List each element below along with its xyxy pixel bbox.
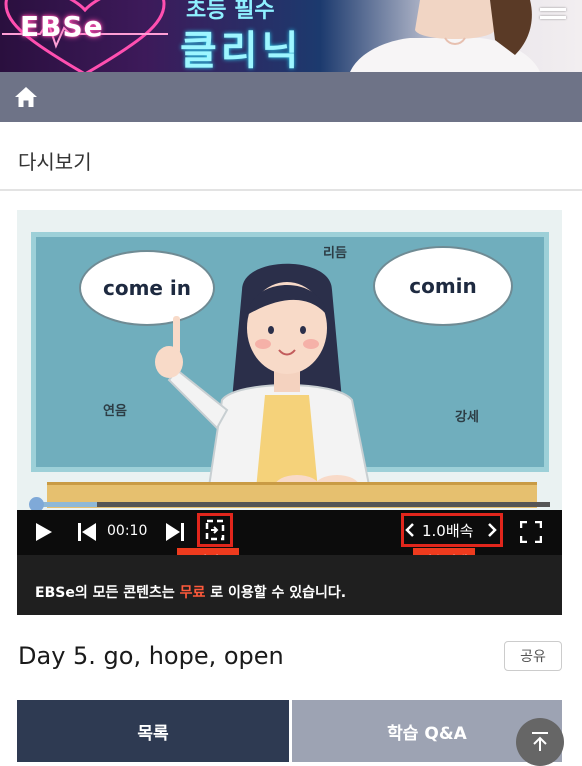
video-frame[interactable]: 리듬 연음 강세 come in comin xyxy=(17,210,562,510)
current-time: 00:10 xyxy=(107,523,148,539)
label-stress: 강세 xyxy=(455,410,479,425)
page-title: 다시보기 xyxy=(18,150,92,174)
notice-bar: EBSe의 모든 콘텐츠는 무료 로 이용할 수 있습니다. xyxy=(17,555,562,615)
teacher-illustration xyxy=(155,263,374,500)
banner-person-image xyxy=(350,0,540,72)
hamburger-menu-icon[interactable] xyxy=(540,8,570,28)
page: EBSe 초등 필수 클리닉 다시보기 리듬 연음 강세 come in com… xyxy=(0,0,582,766)
progress-bar[interactable] xyxy=(35,502,550,507)
navigation-bar xyxy=(0,72,582,122)
home-icon[interactable] xyxy=(14,86,38,108)
arrow-up-icon xyxy=(532,732,548,751)
play-icon[interactable] xyxy=(35,522,53,542)
speed-down-icon[interactable] xyxy=(405,522,415,538)
video-player[interactable]: 리듬 연음 강세 come in comin 00:10 1.0배속 EBSe의… xyxy=(17,210,562,615)
notice-text-pre: EBSe의 모든 콘텐츠는 xyxy=(35,585,180,601)
banner-logo-text: EBSe xyxy=(20,10,104,43)
top-banner[interactable]: EBSe 초등 필수 클리닉 xyxy=(0,0,582,72)
banner-title: 클리닉 xyxy=(180,28,303,72)
fullscreen-icon[interactable] xyxy=(520,521,542,543)
list-button[interactable]: 목록 xyxy=(17,700,289,762)
next-icon[interactable] xyxy=(165,522,185,542)
notice-text-post: 로 이용할 수 있습니다. xyxy=(205,585,347,601)
lesson-title: Day 5. go, hope, open xyxy=(18,642,284,670)
divider xyxy=(0,189,582,191)
speed-up-icon[interactable] xyxy=(487,522,497,538)
free-content-notice: EBSe의 모든 콘텐츠는 무료 로 이용할 수 있습니다. xyxy=(35,582,346,602)
scroll-to-top-button[interactable] xyxy=(516,718,564,766)
share-button[interactable]: 공유 xyxy=(504,641,562,671)
player-controls: 00:10 1.0배속 xyxy=(17,510,562,555)
notice-highlight: 무료 xyxy=(179,585,206,601)
section-repeat-icon[interactable] xyxy=(203,519,227,541)
label-linking: 연음 xyxy=(103,404,127,419)
playback-speed: 1.0배속 xyxy=(422,522,474,540)
previous-icon[interactable] xyxy=(77,522,97,542)
progress-fill xyxy=(35,502,97,507)
